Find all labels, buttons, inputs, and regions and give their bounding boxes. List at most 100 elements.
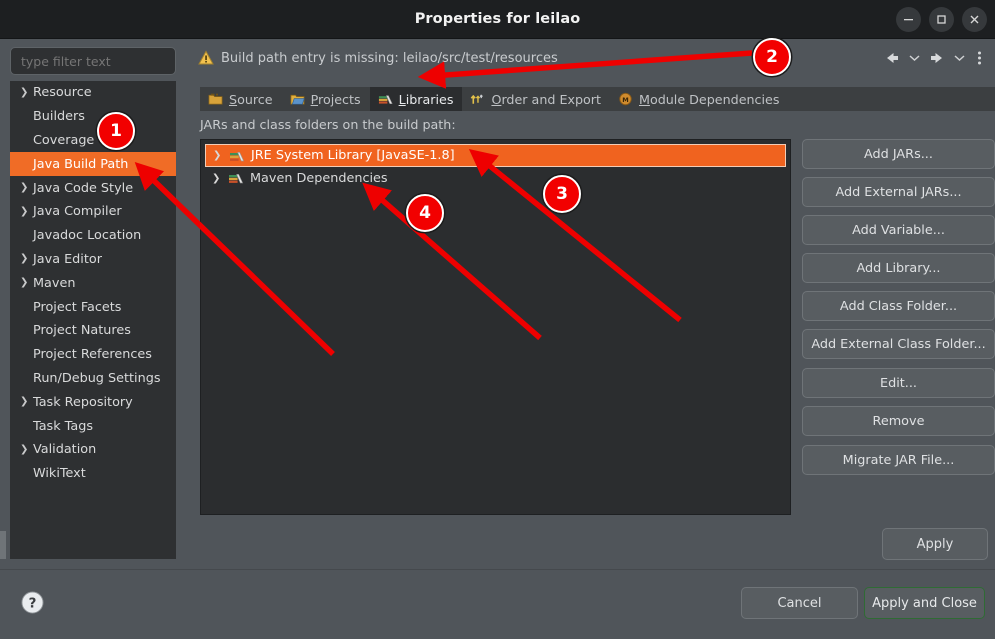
projects-folder-icon: [290, 94, 305, 105]
window-title: Properties for leilao: [414, 11, 581, 27]
tab-libraries[interactable]: Libraries: [369, 87, 463, 111]
add-external-class-folder-button[interactable]: Add External Class Folder...: [802, 329, 995, 359]
chevron-right-icon[interactable]: ❯: [20, 87, 33, 98]
sidebar-item-label: Java Compiler: [33, 204, 122, 220]
status-message-row: Build path entry is missing: leilao/src/…: [198, 47, 558, 69]
overflow-menu-icon[interactable]: [971, 46, 987, 70]
list-item[interactable]: ❯ JRE System Library [JavaSE-1.8]: [205, 144, 786, 167]
tab-label: Module Dependencies: [638, 91, 780, 107]
list-item[interactable]: ❯ Maven Dependencies: [204, 167, 787, 189]
annotation-badge-2: 2: [753, 38, 791, 76]
sidebar-item-label: Task Repository: [33, 394, 133, 410]
add-variable-button[interactable]: Add Variable...: [802, 215, 995, 245]
tab-label: Order and Export: [491, 91, 601, 107]
minimize-icon[interactable]: [896, 7, 921, 32]
title-bar: Properties for leilao: [0, 0, 995, 39]
edit-button[interactable]: Edit...: [802, 368, 995, 398]
sidebar-item-java-build-path[interactable]: Java Build Path: [10, 152, 176, 177]
search-input[interactable]: [10, 47, 176, 75]
sidebar-item-task-repository[interactable]: ❯ Task Repository: [10, 390, 176, 414]
tab-module-dependencies[interactable]: M Module Dependencies: [610, 87, 788, 111]
list-item-label: JRE System Library [JavaSE-1.8]: [251, 148, 455, 163]
chevron-right-icon[interactable]: ❯: [20, 206, 33, 217]
sidebar-item-java-compiler[interactable]: ❯ Java Compiler: [10, 200, 176, 224]
window-controls: [896, 7, 987, 32]
apply-and-close-button[interactable]: Apply and Close: [864, 587, 985, 619]
annotation-badge-1: 1: [97, 112, 135, 150]
sidebar-item-label: Project Facets: [33, 299, 122, 315]
sidebar-item-label: Java Editor: [33, 251, 102, 267]
content-pane: Build path entry is missing: leilao/src/…: [186, 39, 995, 569]
chevron-right-icon[interactable]: ❯: [20, 183, 33, 193]
sidebar-item-label: Coverage: [33, 132, 95, 148]
migrate-jar-file-button[interactable]: Migrate JAR File...: [802, 445, 995, 475]
sidebar-item-project-references[interactable]: Project References: [10, 343, 176, 367]
add-external-jars-button[interactable]: Add External JARs...: [802, 177, 995, 207]
chevron-right-icon[interactable]: ❯: [20, 444, 33, 455]
cancel-button[interactable]: Cancel: [741, 587, 858, 619]
sidebar-item-java-editor[interactable]: ❯ Java Editor: [10, 248, 176, 272]
sidebar-item-label: Validation: [33, 442, 97, 458]
order-export-arrows-icon: [471, 94, 483, 104]
forward-arrow-icon[interactable]: [926, 46, 948, 70]
sidebar-item-label: Java Build Path: [33, 156, 129, 172]
library-icon: [229, 174, 244, 184]
sidebar-item-label: Javadoc Location: [33, 228, 142, 244]
sidebar-item-label: Java Code Style: [33, 180, 134, 196]
forward-history-chevron-down-icon[interactable]: [951, 46, 968, 70]
sidebar-item-java-code-style[interactable]: ❯ Java Code Style: [10, 176, 176, 200]
add-class-folder-button[interactable]: Add Class Folder...: [802, 291, 995, 321]
sidebar-item-label: Run/Debug Settings: [33, 370, 161, 386]
tab-source[interactable]: Source: [200, 87, 282, 111]
sidebar-item-resource[interactable]: ❯ Resource: [10, 81, 176, 105]
list-caption: JARs and class folders on the build path…: [200, 117, 456, 132]
close-icon[interactable]: [962, 7, 987, 32]
sidebar-item-javadoc-location[interactable]: Javadoc Location: [10, 224, 176, 248]
apply-button[interactable]: Apply: [882, 528, 988, 560]
sidebar-item-coverage[interactable]: Coverage: [10, 129, 176, 153]
tab-projects[interactable]: Projects: [282, 87, 370, 111]
back-arrow-icon[interactable]: [881, 46, 903, 70]
tab-order-and-export[interactable]: Order and Export: [462, 87, 610, 111]
filter-field-wrapper: [10, 47, 176, 75]
svg-text:?: ?: [29, 596, 37, 611]
tab-label: Libraries: [398, 91, 454, 107]
sidebar-item-builders[interactable]: Builders: [10, 105, 176, 129]
sidebar-item-label: Maven: [33, 275, 76, 291]
dialog-footer: ? Cancel Apply and Close: [0, 569, 995, 639]
sidebar-item-project-natures[interactable]: Project Natures: [10, 319, 176, 343]
back-history-chevron-down-icon[interactable]: [906, 46, 923, 70]
chevron-right-icon[interactable]: ❯: [20, 254, 33, 264]
sidebar-item-project-facets[interactable]: Project Facets: [10, 295, 176, 319]
annotation-badge-4: 4: [406, 194, 444, 232]
side-button-column: Add JARs... Add External JARs... Add Varia…: [802, 139, 995, 483]
maximize-icon[interactable]: [929, 7, 954, 32]
sidebar-item-maven[interactable]: ❯ Maven: [10, 271, 176, 295]
add-library-button[interactable]: Add Library...: [802, 253, 995, 283]
chevron-right-icon[interactable]: ❯: [213, 150, 223, 161]
tab-label: Projects: [310, 91, 361, 107]
library-icon: [230, 151, 245, 161]
build-path-list[interactable]: ❯ JRE System Library [JavaSE-1.8] ❯ Maven D…: [200, 139, 791, 515]
settings-tree[interactable]: ❯ Resource Builders Coverage Java Build Path…: [10, 81, 176, 559]
tree-scrollbar[interactable]: [0, 531, 6, 559]
chevron-right-icon[interactable]: ❯: [20, 397, 33, 407]
svg-text:M: M: [622, 96, 629, 104]
tab-label: Source: [229, 91, 273, 107]
sidebar-item-validation[interactable]: ❯ Validation: [10, 438, 176, 462]
chevron-right-icon[interactable]: ❯: [20, 278, 33, 288]
sidebar-item-wikitext[interactable]: WikiText: [10, 462, 176, 486]
navigation-buttons: [881, 46, 987, 70]
help-question-icon[interactable]: ?: [21, 591, 44, 614]
module-circle-icon: M: [619, 92, 632, 106]
sidebar-item-label: Builders: [33, 109, 85, 125]
sidebar-item-label: Project References: [33, 347, 152, 363]
add-jars-button[interactable]: Add JARs...: [802, 139, 995, 169]
warning-icon: [198, 50, 214, 65]
sidebar-item-run-debug-settings[interactable]: Run/Debug Settings: [10, 367, 176, 391]
sidebar-item-task-tags[interactable]: Task Tags: [10, 414, 176, 438]
chevron-right-icon[interactable]: ❯: [212, 173, 222, 184]
remove-button[interactable]: Remove: [802, 406, 995, 436]
list-item-label: Maven Dependencies: [250, 170, 388, 186]
libraries-books-icon: [378, 95, 393, 104]
